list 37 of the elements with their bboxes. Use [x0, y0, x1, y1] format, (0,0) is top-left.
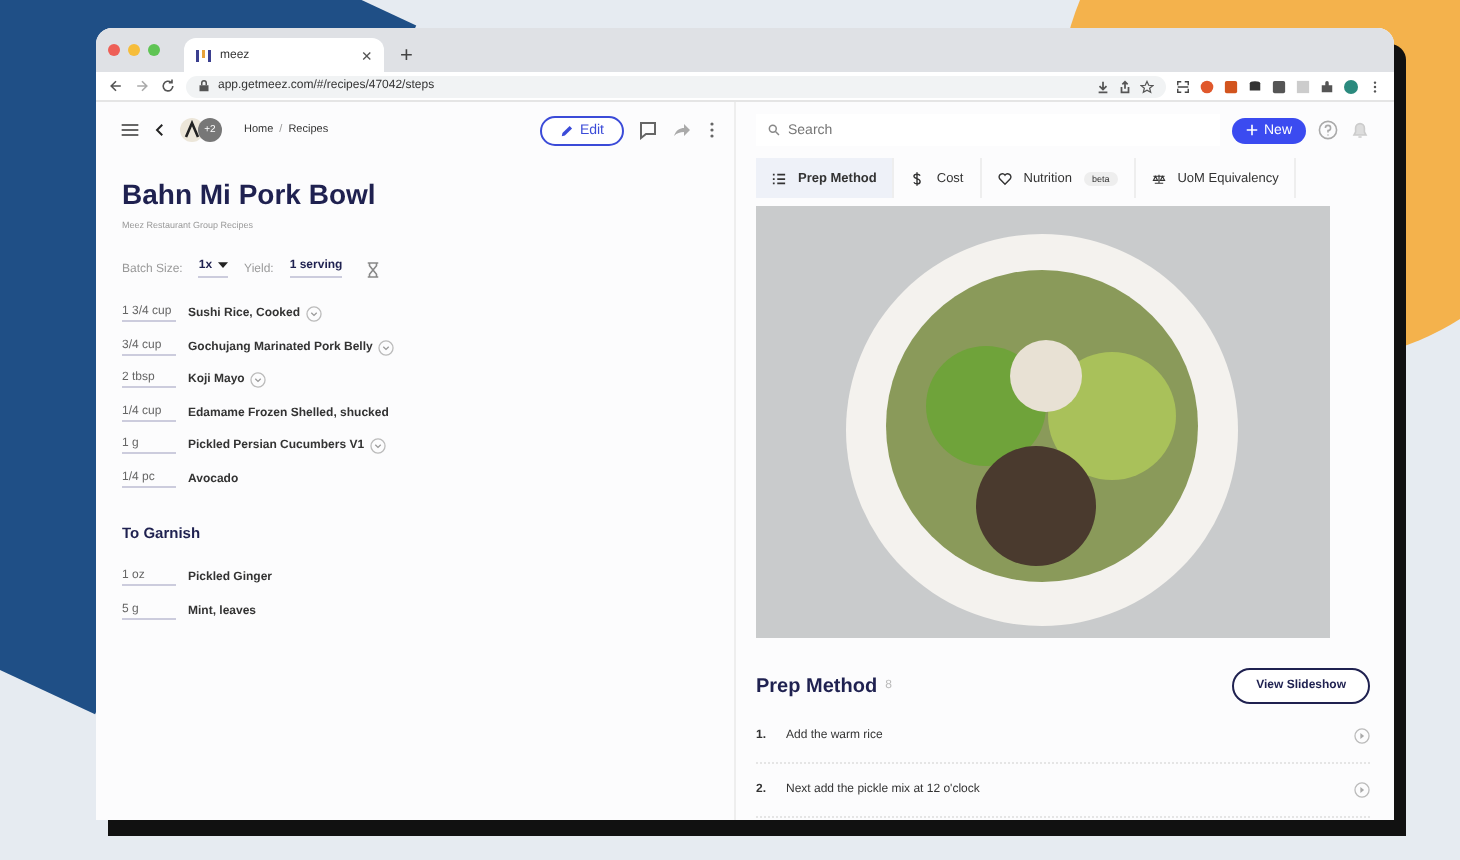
caret-icon: [218, 262, 229, 270]
recipe-title: Bahn Mi Pork Bowl: [122, 178, 378, 210]
more-icon[interactable]: [706, 120, 718, 140]
back-chevron-icon[interactable]: [154, 120, 166, 140]
puzzle-icon[interactable]: [1320, 79, 1334, 93]
star-icon[interactable]: [1140, 79, 1154, 93]
list-icon: [772, 171, 786, 185]
dollar-icon: [910, 171, 925, 185]
forward-arrow-icon[interactable]: [134, 78, 150, 94]
comment-icon[interactable]: [638, 120, 658, 140]
share-icon[interactable]: [1118, 79, 1132, 93]
reload-icon[interactable]: [160, 78, 176, 94]
expand-chevron-icon[interactable]: [378, 339, 395, 356]
search-icon: [768, 124, 780, 136]
tab-close-button[interactable]: ×: [361, 45, 372, 65]
section-heading: Prep Method: [756, 675, 878, 697]
expand-chevron-icon[interactable]: [250, 372, 267, 389]
hourglass-icon[interactable]: [366, 261, 381, 277]
pencil-icon: [559, 123, 574, 137]
site-logo-icon: [196, 47, 212, 63]
new-tab-button[interactable]: +: [400, 44, 413, 68]
heart-icon: [997, 171, 1012, 185]
menu-icon[interactable]: [120, 120, 140, 140]
close-window-icon[interactable]: [108, 44, 120, 56]
back-arrow-icon[interactable]: [108, 78, 124, 94]
expand-chevron-icon[interactable]: [306, 306, 323, 323]
lock-icon: [198, 80, 210, 92]
forward-arrow-icon[interactable]: [672, 120, 692, 140]
database-icon[interactable]: [1248, 79, 1262, 93]
screen-capture-icon[interactable]: [1176, 79, 1190, 93]
profile-avatar-icon[interactable]: [1344, 79, 1358, 93]
scale-icon: [1151, 171, 1166, 185]
download-icon[interactable]: [1096, 79, 1110, 93]
plus-icon: [1246, 124, 1258, 136]
more-icon[interactable]: [1368, 79, 1382, 93]
help-icon[interactable]: [1318, 120, 1339, 140]
expand-chevron-icon[interactable]: [370, 438, 387, 455]
